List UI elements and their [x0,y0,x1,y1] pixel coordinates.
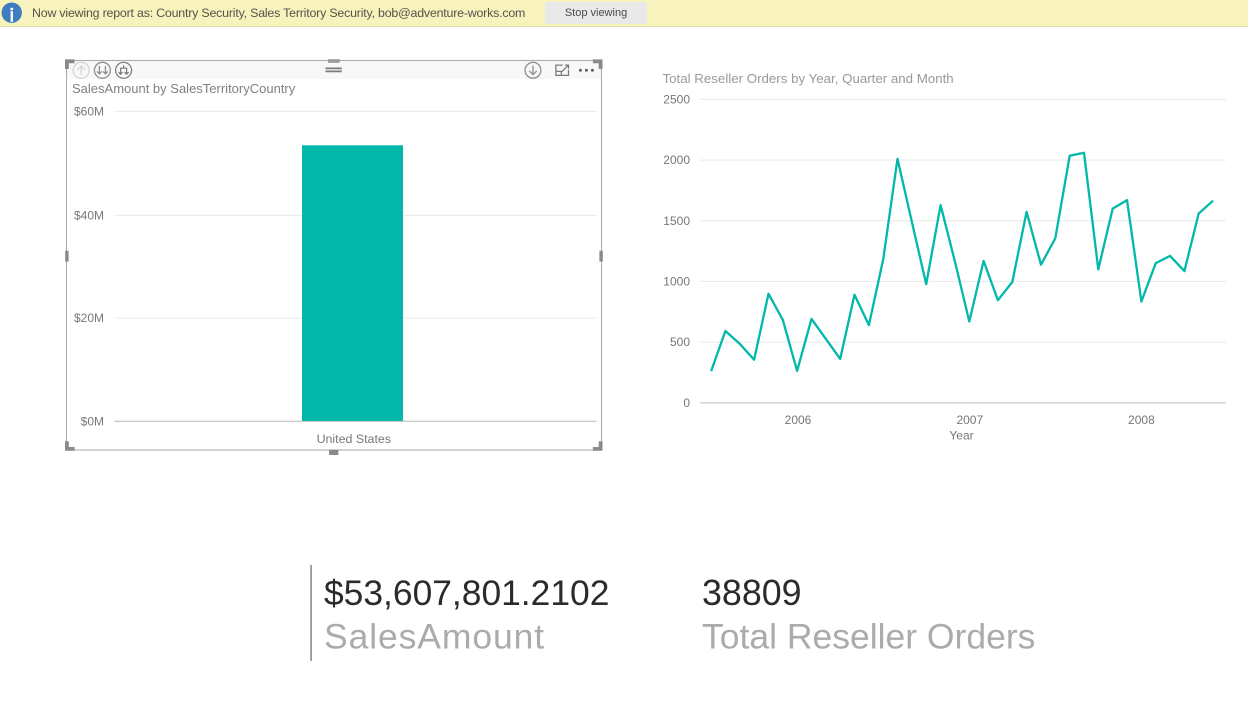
svg-text:38809: 38809 [702,573,802,613]
svg-text:SalesAmount by SalesTerritoryC: SalesAmount by SalesTerritoryCountry [72,81,296,96]
svg-text:Total Reseller Orders by Year,: Total Reseller Orders by Year, Quarter a… [663,71,954,86]
svg-text:1500: 1500 [663,214,690,228]
svg-text:SalesAmount: SalesAmount [324,617,545,657]
svg-text:$20M: $20M [74,311,104,325]
svg-text:Year: Year [949,429,973,443]
svg-text:2006: 2006 [785,413,812,427]
svg-text:2007: 2007 [956,413,983,427]
svg-text:$0M: $0M [81,414,104,428]
svg-text:$53,607,801.2102: $53,607,801.2102 [324,573,609,613]
svg-text:$60M: $60M [74,104,104,118]
svg-text:2008: 2008 [1128,413,1155,427]
svg-text:500: 500 [670,335,690,349]
svg-text:0: 0 [683,396,690,410]
svg-text:2000: 2000 [663,153,690,167]
svg-text:$40M: $40M [74,208,104,222]
svg-text:2500: 2500 [663,92,690,106]
svg-text:United States: United States [317,432,391,446]
svg-text:Total Reseller Orders: Total Reseller Orders [702,617,1035,657]
svg-text:1000: 1000 [663,274,690,288]
